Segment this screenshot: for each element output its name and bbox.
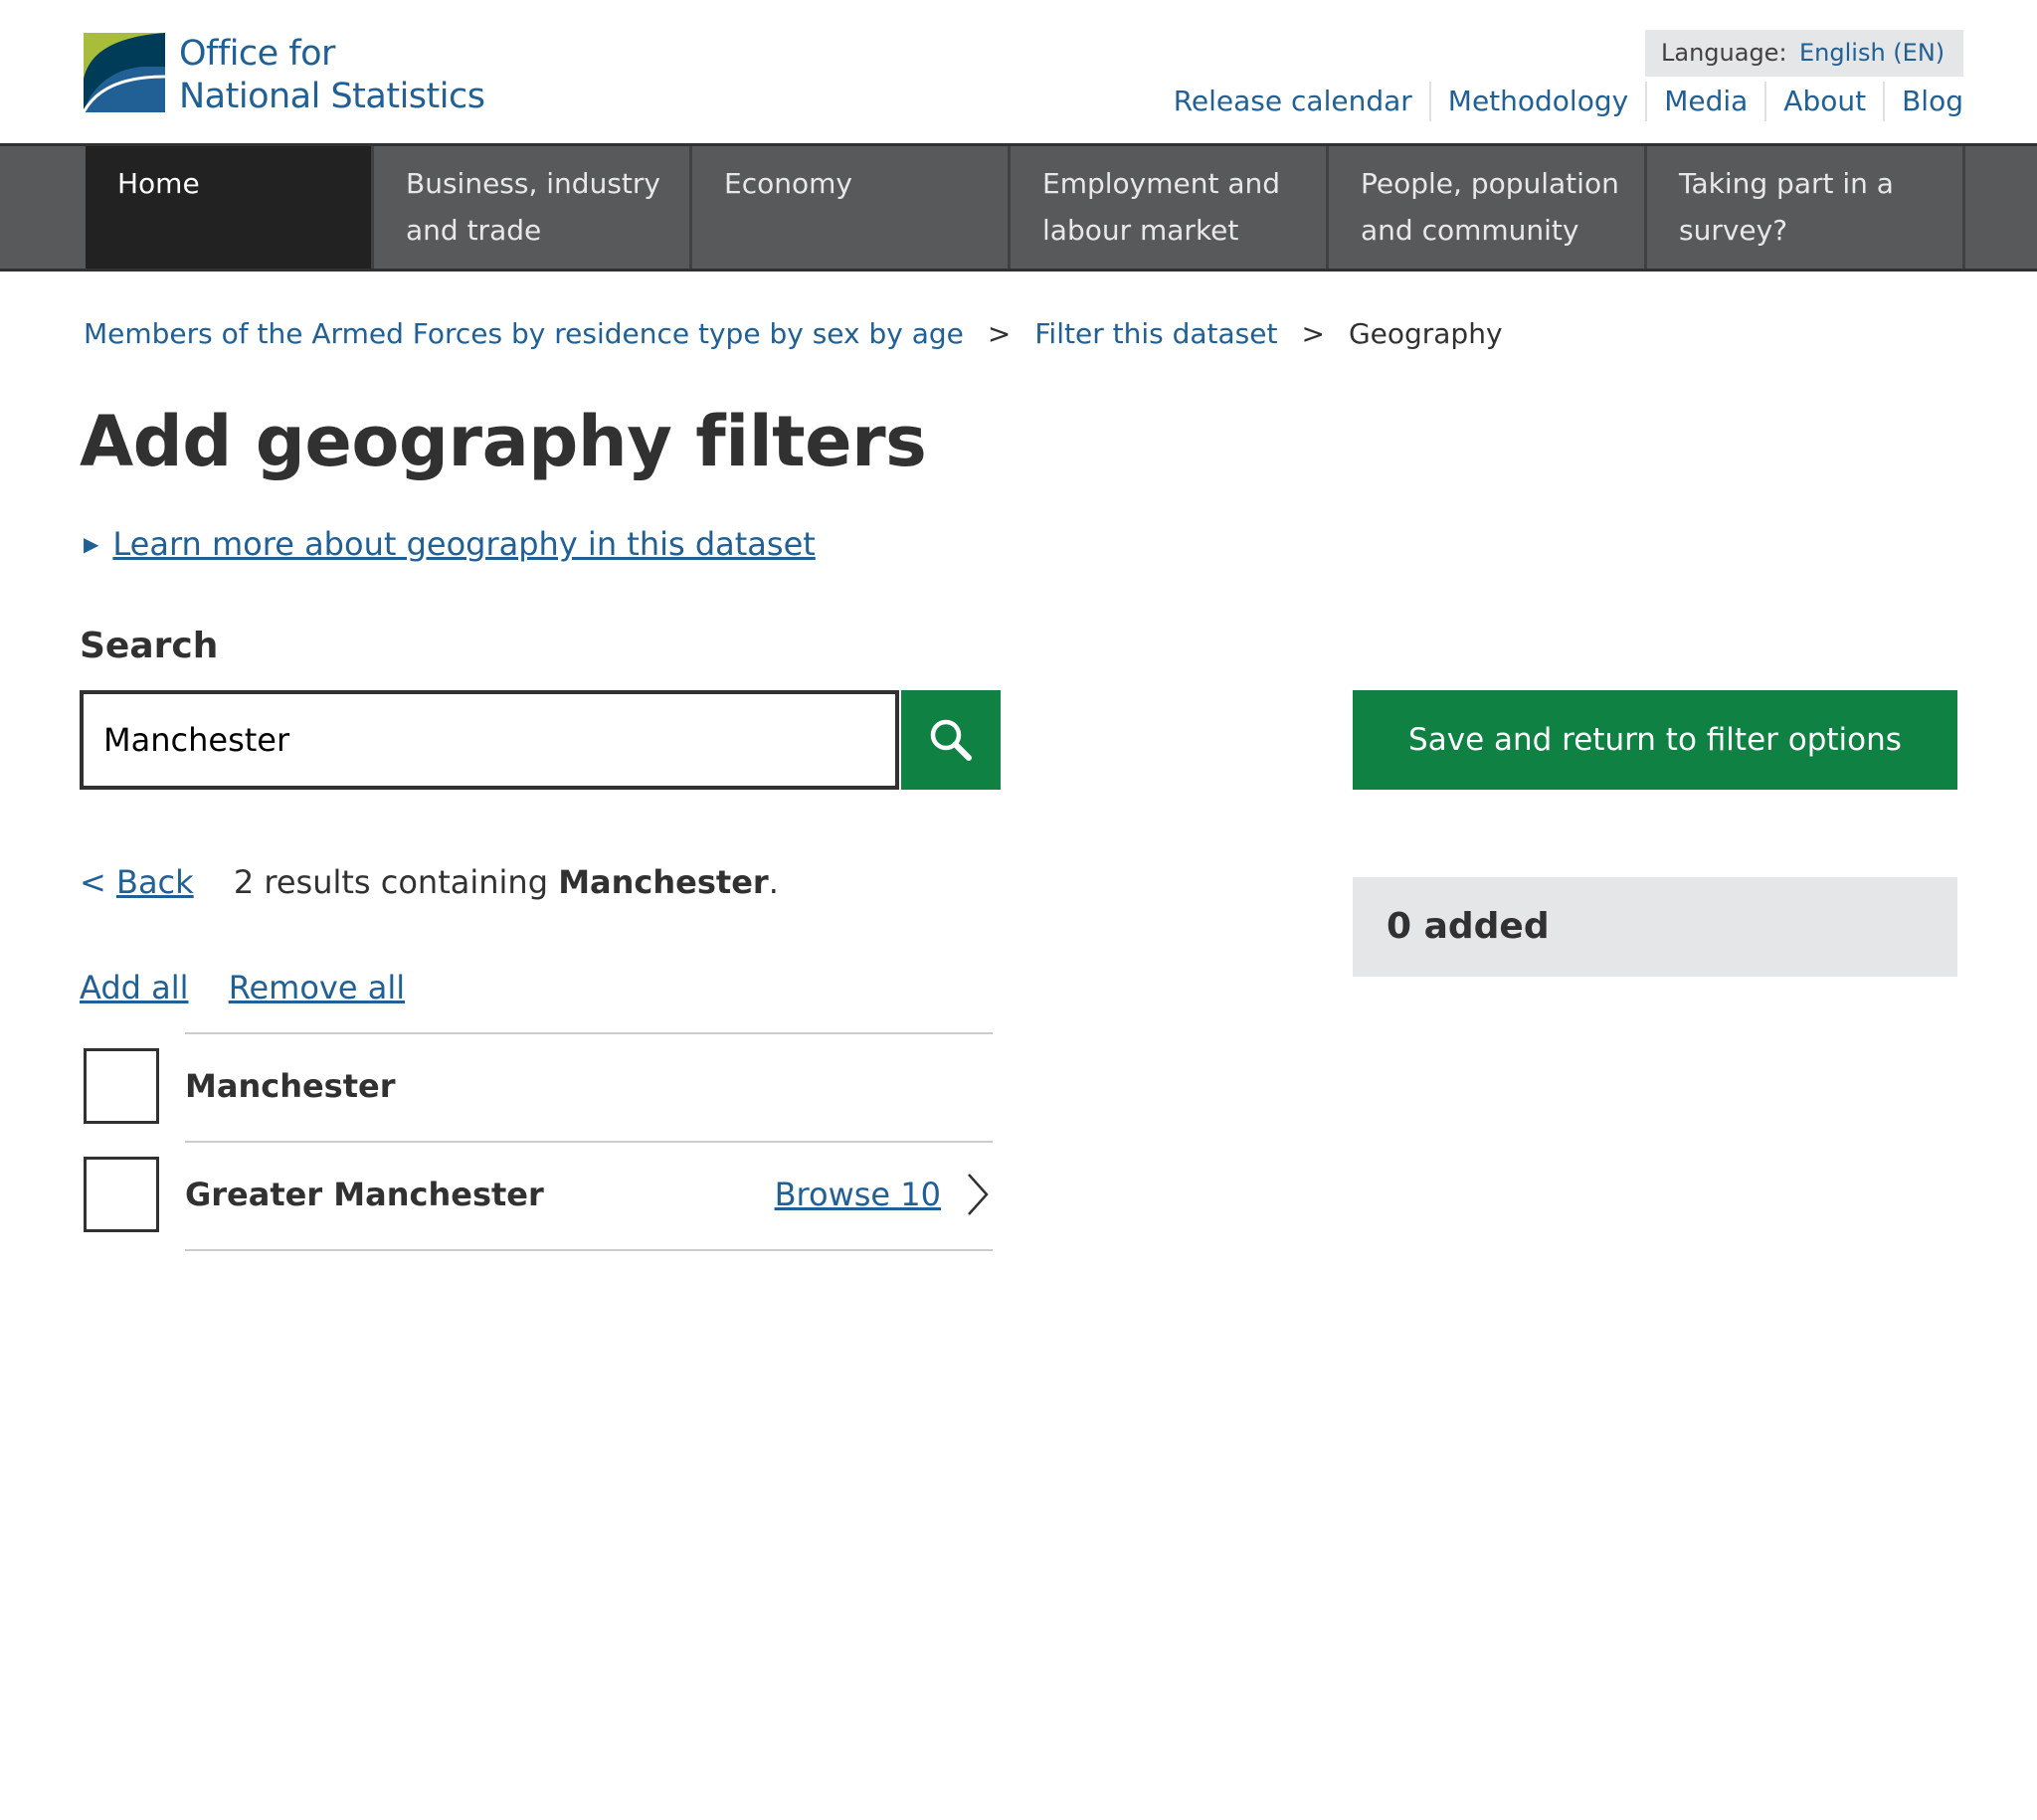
results-suffix: . (768, 863, 779, 901)
site-header: Office for National Statistics Language:… (0, 0, 2037, 143)
nav-item-label: Business, industry (406, 167, 660, 200)
row-divider (185, 1141, 993, 1143)
search-button[interactable] (901, 690, 1001, 790)
nav-item-economy[interactable]: Economy (692, 146, 1011, 269)
results-count-text: 2 results containing (233, 863, 549, 901)
nav-item-home[interactable]: Home (86, 146, 374, 269)
remove-all-link[interactable]: Remove all (229, 969, 405, 1006)
result-label[interactable]: Greater Manchester (185, 1171, 544, 1218)
save-and-return-button[interactable]: Save and return to filter options (1353, 690, 1957, 790)
about-link[interactable]: About (1764, 82, 1883, 121)
search-input[interactable] (80, 690, 899, 790)
expand-triangle-icon: ▶ (84, 532, 99, 556)
language-value-link[interactable]: English (EN) (1799, 30, 1944, 77)
list-item: Greater Manchester Browse 10 (80, 1141, 993, 1251)
chevron-right-icon[interactable] (963, 1169, 993, 1220)
nav-item-employment-labour-market[interactable]: Employment and labour market (1011, 146, 1329, 269)
nav-item-business-industry-trade[interactable]: Business, industry and trade (374, 146, 692, 269)
breadcrumb-separator: > (987, 317, 1012, 350)
release-calendar-link[interactable]: Release calendar (1157, 82, 1429, 121)
nav-item-label: Employment and (1042, 167, 1281, 200)
search-icon (930, 719, 972, 761)
learn-more-link[interactable]: Learn more about geography in this datas… (112, 525, 815, 563)
utility-links: Release calendar Methodology Media About… (1157, 82, 1963, 121)
nav-item-label: and trade (406, 214, 542, 247)
media-link[interactable]: Media (1645, 82, 1764, 121)
nav-item-label: labour market (1042, 214, 1239, 247)
learn-more-details-toggle[interactable]: ▶ Learn more about geography in this data… (84, 521, 816, 567)
ons-logo[interactable]: Office for National Statistics (84, 33, 501, 116)
ons-logo-icon (84, 33, 165, 112)
logo-line-1: Office for (179, 34, 335, 74)
back-chevron: < (80, 863, 106, 901)
add-all-link[interactable]: Add all (80, 969, 189, 1006)
nav-item-label: Taking part in a (1679, 167, 1894, 200)
nav-item-label: and community (1361, 214, 1579, 247)
primary-nav: Home Business, industry and trade Econom… (0, 143, 2037, 272)
breadcrumb-separator: > (1301, 317, 1325, 350)
row-divider (185, 1249, 993, 1251)
search-label: Search (80, 626, 219, 666)
nav-item-label: Economy (724, 167, 852, 200)
language-switcher: Language: English (EN) (1645, 30, 1963, 77)
back-link[interactable]: Back (116, 863, 194, 901)
list-item: Manchester (80, 1032, 993, 1141)
row-divider (185, 1032, 993, 1034)
nav-item-taking-part-survey[interactable]: Taking part in a survey? (1647, 146, 1965, 269)
added-summary-panel: 0 added (1353, 877, 1957, 977)
nav-item-label: survey? (1679, 214, 1788, 247)
bulk-actions: Add all Remove all (80, 965, 435, 1010)
language-label: Language: (1661, 39, 1787, 67)
page-title: Add geography filters (80, 401, 927, 482)
nav-item-people-population-community[interactable]: People, population and community (1329, 146, 1647, 269)
result-label[interactable]: Manchester (185, 1062, 396, 1110)
results-list: Manchester Greater Manchester Browse 10 (80, 1032, 993, 1251)
checkbox-greater-manchester[interactable] (84, 1157, 159, 1232)
logo-line-2: National Statistics (179, 77, 485, 116)
breadcrumb: Members of the Armed Forces by residence… (84, 312, 1503, 356)
breadcrumb-filter-link[interactable]: Filter this dataset (1034, 312, 1277, 356)
results-query: Manchester (558, 863, 769, 901)
browse-link[interactable]: Browse 10 (775, 1171, 941, 1218)
blog-link[interactable]: Blog (1883, 82, 1963, 121)
results-summary: < Back 2 results containing Manchester. (80, 859, 779, 905)
breadcrumb-current: Geography (1348, 317, 1503, 350)
nav-item-label: Home (117, 167, 200, 200)
nav-item-label: People, population (1361, 167, 1619, 200)
methodology-link[interactable]: Methodology (1428, 82, 1645, 121)
breadcrumb-dataset-link[interactable]: Members of the Armed Forces by residence… (84, 312, 964, 356)
checkbox-manchester[interactable] (84, 1048, 159, 1124)
